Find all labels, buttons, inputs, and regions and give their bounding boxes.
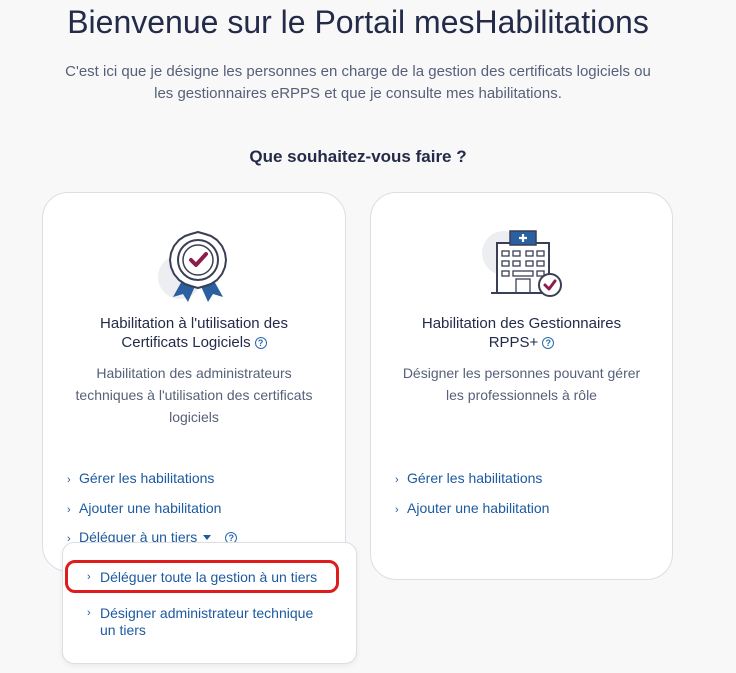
deleguer-dropdown-menu: › Déléguer toute la gestion à un tiers ›…	[62, 542, 357, 664]
card-description: Habilitation des administrateurs techniq…	[75, 365, 313, 425]
help-icon[interactable]: ?	[542, 337, 555, 349]
subtitle-line-2: les gestionnaires eRPPS et que je consul…	[154, 85, 562, 102]
hospital-check-icon	[482, 230, 562, 297]
chevron-right-icon: ›	[87, 607, 91, 619]
card-title: Habilitation des Gestionnaires RPPS+?	[421, 315, 622, 351]
link-gerer-habilitations[interactable]: › Gérer les habilitations	[67, 470, 214, 486]
chevron-right-icon: ›	[67, 504, 71, 516]
certificate-badge-icon	[158, 231, 227, 302]
page-title: Bienvenue sur le Portail mesHabilitation…	[67, 4, 649, 40]
card-gestionnaires-rpps: Habilitation des Gestionnaires RPPS+? Dé…	[370, 192, 673, 580]
chevron-right-icon: ›	[395, 504, 399, 516]
link-ajouter-habilitation[interactable]: › Ajouter une habilitation	[67, 500, 221, 516]
chevron-right-icon: ›	[87, 571, 91, 583]
link-ajouter-habilitation[interactable]: › Ajouter une habilitation	[395, 500, 549, 516]
card-description: Désigner les personnes pouvant gérer les…	[402, 365, 641, 403]
page-subtitle: C'est ici que je désigne les personnes e…	[30, 61, 686, 105]
card-title: Habilitation à l'utilisation des Certifi…	[100, 315, 288, 351]
caret-down-icon	[203, 535, 212, 540]
subtitle-line-1: C'est ici que je désigne les personnes e…	[65, 63, 651, 80]
chevron-right-icon: ›	[395, 474, 399, 486]
menu-item-deleguer-toute-gestion[interactable]: › Déléguer toute la gestion à un tiers	[87, 569, 317, 586]
chevron-right-icon: ›	[67, 474, 71, 486]
menu-item-designer-admin-technique[interactable]: › Désigner administrateur technique un t…	[87, 605, 313, 639]
section-question: Que souhaitez-vous faire ?	[249, 147, 467, 166]
help-icon[interactable]: ?	[254, 337, 267, 349]
link-gerer-habilitations[interactable]: › Gérer les habilitations	[395, 470, 542, 486]
card-certificats-logiciels: Habilitation à l'utilisation des Certifi…	[42, 192, 346, 572]
